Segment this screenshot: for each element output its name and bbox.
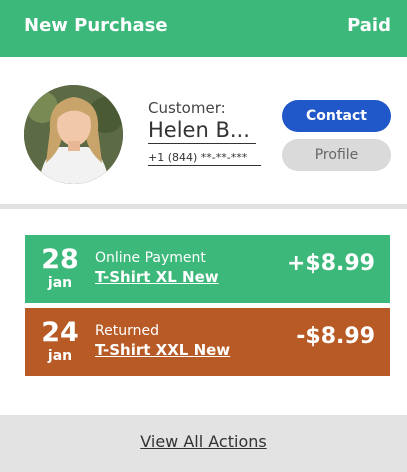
customer-label: Customer: [148, 99, 226, 117]
app-header: New Purchase Paid [0, 0, 407, 57]
avatar[interactable] [24, 85, 123, 184]
status-badge: Paid [347, 15, 391, 36]
transaction-month: jan [47, 348, 73, 364]
view-all-actions-link[interactable]: View All Actions [0, 432, 407, 451]
view-all-actions-label[interactable]: View All Actions [140, 432, 266, 451]
customer-name[interactable]: Helen B... [148, 117, 256, 144]
avatar-image [24, 85, 123, 184]
transaction-item-link[interactable]: T-Shirt XL New [95, 268, 219, 286]
transaction-item-link[interactable]: T-Shirt XXL New [95, 341, 230, 359]
customer-card: Customer: Helen B... +1 (844) **-**-*** … [0, 57, 407, 205]
transaction-amount: +$8.99 [286, 251, 375, 276]
section-divider [0, 204, 407, 209]
transaction-type: Online Payment [95, 250, 206, 266]
page-title: New Purchase [24, 15, 168, 36]
transaction-amount: -$8.99 [296, 324, 375, 349]
transaction-day: 24 [41, 317, 79, 348]
profile-button[interactable]: Profile [282, 139, 391, 171]
footer-bar: View All Actions [0, 415, 407, 472]
contact-button[interactable]: Contact [282, 100, 391, 132]
transaction-row[interactable]: 24 jan Returned T-Shirt XXL New -$8.99 [25, 308, 390, 376]
transaction-row[interactable]: 28 jan Online Payment T-Shirt XL New +$8… [25, 235, 390, 303]
transaction-day: 28 [41, 244, 79, 275]
transaction-type: Returned [95, 323, 159, 339]
customer-phone[interactable]: +1 (844) **-**-*** [148, 150, 261, 166]
transaction-month: jan [47, 275, 73, 291]
